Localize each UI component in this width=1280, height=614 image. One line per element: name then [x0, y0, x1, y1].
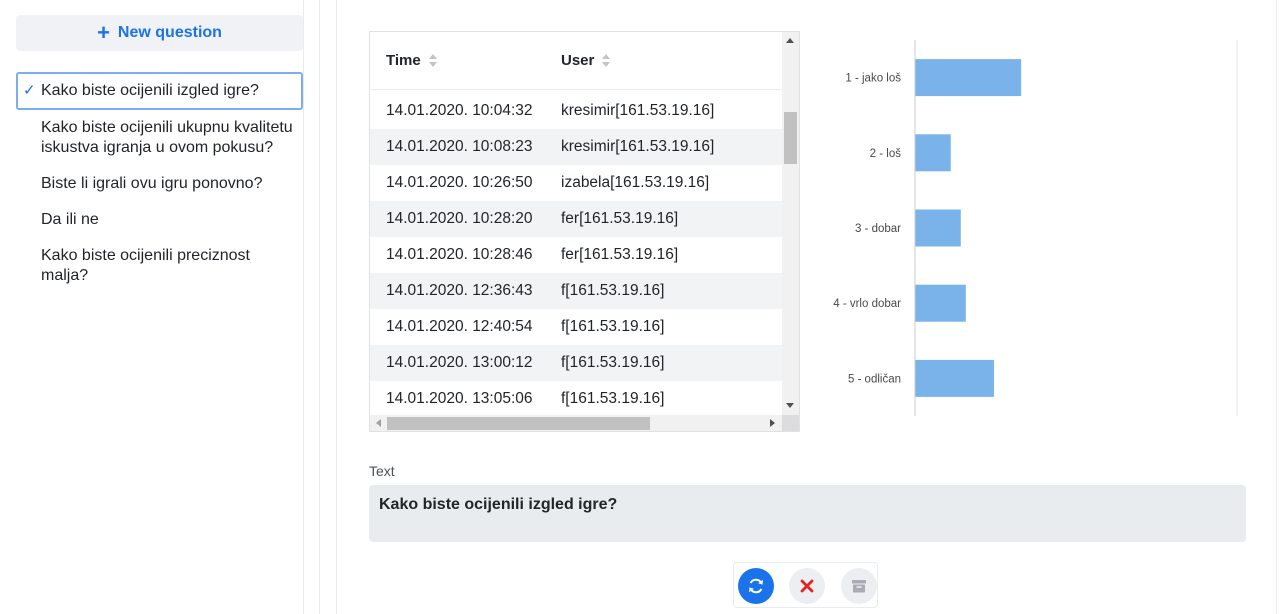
chart-bar[interactable]: [915, 284, 966, 322]
chart-bar[interactable]: [915, 134, 951, 172]
category-label: 4 - vrlo dobar: [833, 298, 901, 310]
table-row[interactable]: 14.01.2020. 10:08:23 kresimir[161.53.19.1…: [370, 129, 782, 165]
horizontal-scrollbar[interactable]: [370, 415, 782, 431]
cell-time: 14.01.2020. 10:26:50: [386, 174, 533, 191]
action-toolbar: [733, 562, 878, 608]
cell-time: 14.01.2020. 10:08:23: [386, 138, 533, 155]
cell-user: f[161.53.19.16]: [561, 390, 665, 407]
category-label: 5 - odličan: [848, 373, 901, 385]
plus-icon: +: [97, 20, 110, 45]
refresh-button[interactable]: [738, 568, 774, 604]
cell-time: 14.01.2020. 12:40:54: [386, 318, 533, 335]
panel-divider: [336, 0, 337, 614]
sort-icon: [602, 53, 611, 68]
question-item[interactable]: Da ili ne: [16, 202, 303, 238]
horizontal-scroll-thumb[interactable]: [387, 417, 650, 430]
question-item[interactable]: Biste li igrali ovu igru ponovno?: [16, 166, 303, 202]
answers-bar-chart: 1 - jako loš 2 - loš 3 - dobar 4 - vrlo dob…: [833, 40, 1238, 416]
cell-user: fer[161.53.19.16]: [561, 246, 679, 263]
scroll-down-arrow-icon[interactable]: [786, 403, 794, 408]
category-label: 2 - loš: [870, 148, 902, 160]
new-question-label: New question: [117, 24, 222, 41]
question-item-label: Kako biste ocijenili ukupnu kvalitetu is…: [41, 119, 293, 156]
scroll-right-arrow-icon[interactable]: [770, 419, 775, 427]
cell-time: 14.01.2020. 10:04:32: [386, 102, 533, 119]
table-row[interactable]: 14.01.2020. 12:36:43 f[161.53.19.16]: [370, 273, 782, 309]
chart-bar[interactable]: [915, 209, 961, 247]
question-list: ✓ Kako biste ocijenili izgled igre? Kako b…: [16, 72, 303, 294]
cell-time: 14.01.2020. 10:28:20: [386, 210, 533, 227]
cell-time: 14.01.2020. 12:36:43: [386, 282, 533, 299]
archive-button[interactable]: [841, 568, 877, 604]
table-header: Time User: [370, 32, 782, 90]
chart-bar[interactable]: [915, 59, 1022, 97]
vertical-scrollbar[interactable]: [782, 32, 799, 415]
responses-table: Time User 14.01.2020. 10:04:32 kresimir[1…: [369, 31, 800, 432]
question-text-field[interactable]: Kako biste ocijenili izgled igre?: [369, 485, 1246, 542]
scroll-up-arrow-icon[interactable]: [786, 38, 794, 43]
checkmark-icon: ✓: [23, 82, 36, 99]
cell-user: izabela[161.53.19.16]: [561, 174, 710, 191]
new-question-button[interactable]: + New question: [16, 15, 303, 51]
cell-user: kresimir[161.53.19.16]: [561, 138, 715, 155]
column-header-time[interactable]: Time: [386, 52, 437, 69]
cell-user: f[161.53.19.16]: [561, 354, 665, 371]
sort-icon: [428, 53, 437, 68]
category-label: 1 - jako loš: [845, 73, 901, 85]
archive-icon: [852, 580, 866, 593]
refresh-icon: [749, 578, 763, 594]
question-panel: + New question ✓ Kako biste ocijenili izg…: [16, 0, 304, 614]
question-item[interactable]: Kako biste ocijenili preciznost malja?: [16, 238, 303, 294]
table-row[interactable]: 14.01.2020. 13:05:06 f[161.53.19.16]: [370, 381, 782, 415]
chart-bar[interactable]: [915, 359, 994, 397]
sidebar: + New question ✓ Kako biste ocijenili izg…: [0, 0, 320, 614]
text-field-label: Text: [369, 463, 395, 479]
table-row[interactable]: 14.01.2020. 13:00:12 f[161.53.19.16]: [370, 345, 782, 381]
table-body: 14.01.2020. 10:04:32 kresimir[161.53.19.1…: [370, 93, 782, 415]
column-header-user[interactable]: User: [561, 52, 611, 69]
table-row[interactable]: 14.01.2020. 12:40:54 f[161.53.19.16]: [370, 309, 782, 345]
cell-time: 14.01.2020. 10:28:46: [386, 246, 533, 263]
table-row[interactable]: 14.01.2020. 10:04:32 kresimir[161.53.19.1…: [370, 93, 782, 129]
scrollbar-corner: [782, 415, 799, 431]
vertical-scroll-thumb[interactable]: [784, 112, 797, 164]
question-item[interactable]: Kako biste ocijenili ukupnu kvalitetu is…: [16, 110, 303, 166]
cell-user: f[161.53.19.16]: [561, 318, 665, 335]
question-item-label: Da ili ne: [41, 211, 99, 228]
table-row[interactable]: 14.01.2020. 10:28:20 fer[161.53.19.16]: [370, 201, 782, 237]
category-label: 3 - dobar: [855, 223, 901, 235]
table-row[interactable]: 14.01.2020. 10:28:46 fer[161.53.19.16]: [370, 237, 782, 273]
cell-time: 14.01.2020. 13:05:06: [386, 390, 533, 407]
cell-user: fer[161.53.19.16]: [561, 210, 679, 227]
question-item[interactable]: ✓ Kako biste ocijenili izgled igre?: [16, 72, 303, 110]
table-row[interactable]: 14.01.2020. 10:26:50 izabela[161.53.19.16…: [370, 165, 782, 201]
cell-time: 14.01.2020. 13:00:12: [386, 354, 533, 371]
content-right-border: [1276, 0, 1277, 614]
cell-user: f[161.53.19.16]: [561, 282, 665, 299]
cell-user: kresimir[161.53.19.16]: [561, 102, 715, 119]
close-icon: [800, 579, 814, 593]
question-item-label: Biste li igrali ovu igru ponovno?: [41, 175, 263, 192]
question-item-label: Kako biste ocijenili izgled igre?: [41, 82, 259, 99]
scroll-left-arrow-icon[interactable]: [376, 419, 381, 427]
question-item-label: Kako biste ocijenili preciznost malja?: [41, 247, 250, 284]
cancel-button[interactable]: [789, 568, 825, 604]
